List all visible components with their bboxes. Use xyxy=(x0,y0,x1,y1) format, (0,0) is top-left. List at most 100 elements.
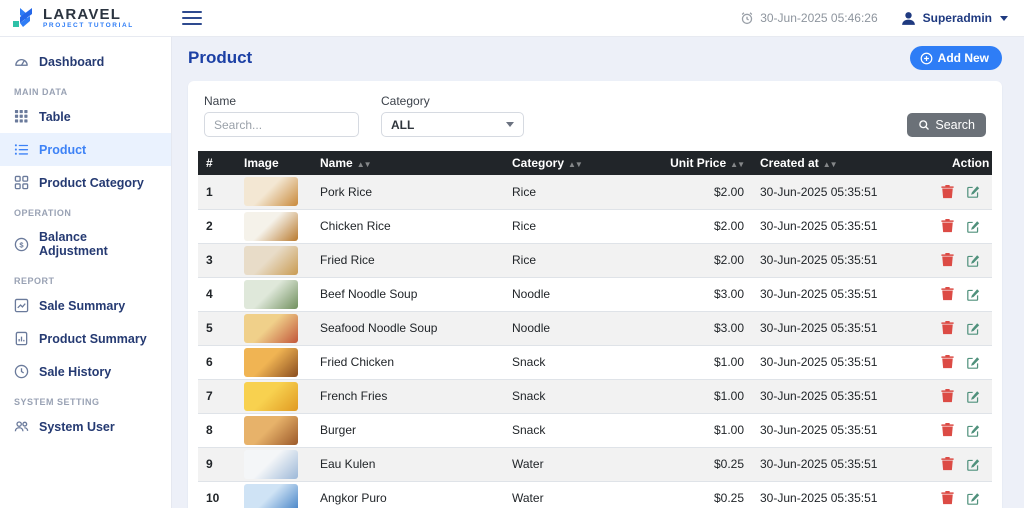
edit-pencil-square-icon xyxy=(967,492,980,505)
datetime-display: 30-Jun-2025 05:46:26 xyxy=(740,11,877,25)
edit-pencil-square-icon xyxy=(967,220,980,233)
product-category: Rice xyxy=(504,175,652,209)
edit-pencil-square-icon xyxy=(967,288,980,301)
french-fries-photo xyxy=(244,382,298,411)
category-select[interactable]: ALL xyxy=(381,112,524,137)
sidebar-item-label: Product Category xyxy=(39,176,144,190)
laravel-logo-mark-icon xyxy=(12,6,36,30)
created-at: 30-Jun-2025 05:35:51 xyxy=(752,481,944,508)
delete-button[interactable] xyxy=(941,253,954,267)
row-number: 8 xyxy=(198,413,236,447)
sidebar-item-label: System User xyxy=(39,420,115,434)
fried-rice-photo xyxy=(244,246,298,275)
sidebar-item-table[interactable]: Table xyxy=(0,100,171,133)
table-row: 7 French Fries Snack $1.00 30-Jun-2025 0… xyxy=(198,379,992,413)
edit-button[interactable] xyxy=(967,253,980,267)
row-number: 1 xyxy=(198,175,236,209)
sidebar-section-label: MAIN DATA xyxy=(0,78,171,100)
unit-price: $3.00 xyxy=(652,311,752,345)
trash-icon xyxy=(941,355,954,369)
edit-button[interactable] xyxy=(967,185,980,199)
column-header-category[interactable]: Category▲▼ xyxy=(504,151,652,175)
chart-line-icon xyxy=(14,298,29,313)
delete-button[interactable] xyxy=(941,185,954,199)
column-header-unit-price[interactable]: Unit Price▲▼ xyxy=(652,151,752,175)
user-name: Superadmin xyxy=(923,11,992,25)
sidebar-item-sale-summary[interactable]: Sale Summary xyxy=(0,289,171,322)
name-search-input[interactable] xyxy=(204,112,359,137)
sidebar-item-label: Balance Adjustment xyxy=(39,230,157,258)
column-header-image: Image xyxy=(236,151,312,175)
delete-button[interactable] xyxy=(941,423,954,437)
table-row: 10 Angkor Puro Water $0.25 30-Jun-2025 0… xyxy=(198,481,992,508)
delete-button[interactable] xyxy=(941,321,954,335)
brand-tagline: PROJECT TUTORIAL xyxy=(43,22,134,29)
unit-price: $1.00 xyxy=(652,413,752,447)
search-button[interactable]: Search xyxy=(907,113,986,137)
edit-button[interactable] xyxy=(967,219,980,233)
sidebar-item-system-user[interactable]: System User xyxy=(0,410,171,443)
hamburger-icon[interactable] xyxy=(182,7,202,29)
seafood-noodle-photo xyxy=(244,314,298,343)
dollar-circle-icon: $ xyxy=(14,237,29,252)
delete-button[interactable] xyxy=(941,491,954,505)
product-name: Fried Chicken xyxy=(312,345,504,379)
delete-button[interactable] xyxy=(941,457,954,471)
edit-button[interactable] xyxy=(967,287,980,301)
edit-pencil-square-icon xyxy=(967,254,980,267)
column-header-created-at[interactable]: Created at▲▼ xyxy=(752,151,944,175)
edit-pencil-square-icon xyxy=(967,322,980,335)
edit-button[interactable] xyxy=(967,423,980,437)
users-icon xyxy=(14,419,29,434)
edit-button[interactable] xyxy=(967,321,980,335)
list-icon xyxy=(14,142,29,157)
row-number: 2 xyxy=(198,209,236,243)
product-name: Fried Rice xyxy=(312,243,504,277)
product-category: Rice xyxy=(504,209,652,243)
sidebar-item-product-summary[interactable]: Product Summary xyxy=(0,322,171,355)
sidebar-item-product[interactable]: Product xyxy=(0,133,171,166)
edit-button[interactable] xyxy=(967,457,980,471)
product-name: Pork Rice xyxy=(312,175,504,209)
product-name: Eau Kulen xyxy=(312,447,504,481)
topbar: LARAVEL PROJECT TUTORIAL 30-Jun-2025 05:… xyxy=(0,0,1024,37)
table-header-row: #ImageName▲▼Category▲▼Unit Price▲▼Create… xyxy=(198,151,992,175)
brand-logo[interactable]: LARAVEL PROJECT TUTORIAL xyxy=(0,6,172,30)
sidebar-item-product-category[interactable]: Product Category xyxy=(0,166,171,199)
sidebar-item-label: Dashboard xyxy=(39,55,104,69)
delete-button[interactable] xyxy=(941,219,954,233)
column-header-name[interactable]: Name▲▼ xyxy=(312,151,504,175)
search-icon xyxy=(918,119,930,131)
speedometer-icon xyxy=(14,54,29,69)
edit-button[interactable] xyxy=(967,389,980,403)
sidebar-item-balance-adjustment[interactable]: $ Balance Adjustment xyxy=(0,221,171,267)
trash-icon xyxy=(941,389,954,403)
delete-button[interactable] xyxy=(941,355,954,369)
delete-button[interactable] xyxy=(941,287,954,301)
table-row: 9 Eau Kulen Water $0.25 30-Jun-2025 05:3… xyxy=(198,447,992,481)
unit-price: $1.00 xyxy=(652,379,752,413)
sidebar-item-dashboard[interactable]: Dashboard xyxy=(0,45,171,78)
sidebar-item-sale-history[interactable]: Sale History xyxy=(0,355,171,388)
unit-price: $0.25 xyxy=(652,481,752,508)
product-name: Beef Noodle Soup xyxy=(312,277,504,311)
product-category: Water xyxy=(504,481,652,508)
table-row: 3 Fried Rice Rice $2.00 30-Jun-2025 05:3… xyxy=(198,243,992,277)
unit-price: $0.25 xyxy=(652,447,752,481)
user-menu[interactable]: Superadmin xyxy=(900,10,1008,27)
unit-price: $2.00 xyxy=(652,209,752,243)
product-card: Name Category ALL Search xyxy=(188,81,1002,508)
delete-button[interactable] xyxy=(941,389,954,403)
created-at: 30-Jun-2025 05:35:51 xyxy=(752,243,944,277)
product-name: Chicken Rice xyxy=(312,209,504,243)
product-category: Rice xyxy=(504,243,652,277)
created-at: 30-Jun-2025 05:35:51 xyxy=(752,345,944,379)
add-new-button[interactable]: Add New xyxy=(910,46,1002,70)
row-number: 7 xyxy=(198,379,236,413)
edit-button[interactable] xyxy=(967,491,980,505)
person-icon xyxy=(900,10,917,27)
trash-icon xyxy=(941,185,954,199)
trash-icon xyxy=(941,491,954,505)
alarm-clock-icon xyxy=(740,11,754,25)
edit-button[interactable] xyxy=(967,355,980,369)
